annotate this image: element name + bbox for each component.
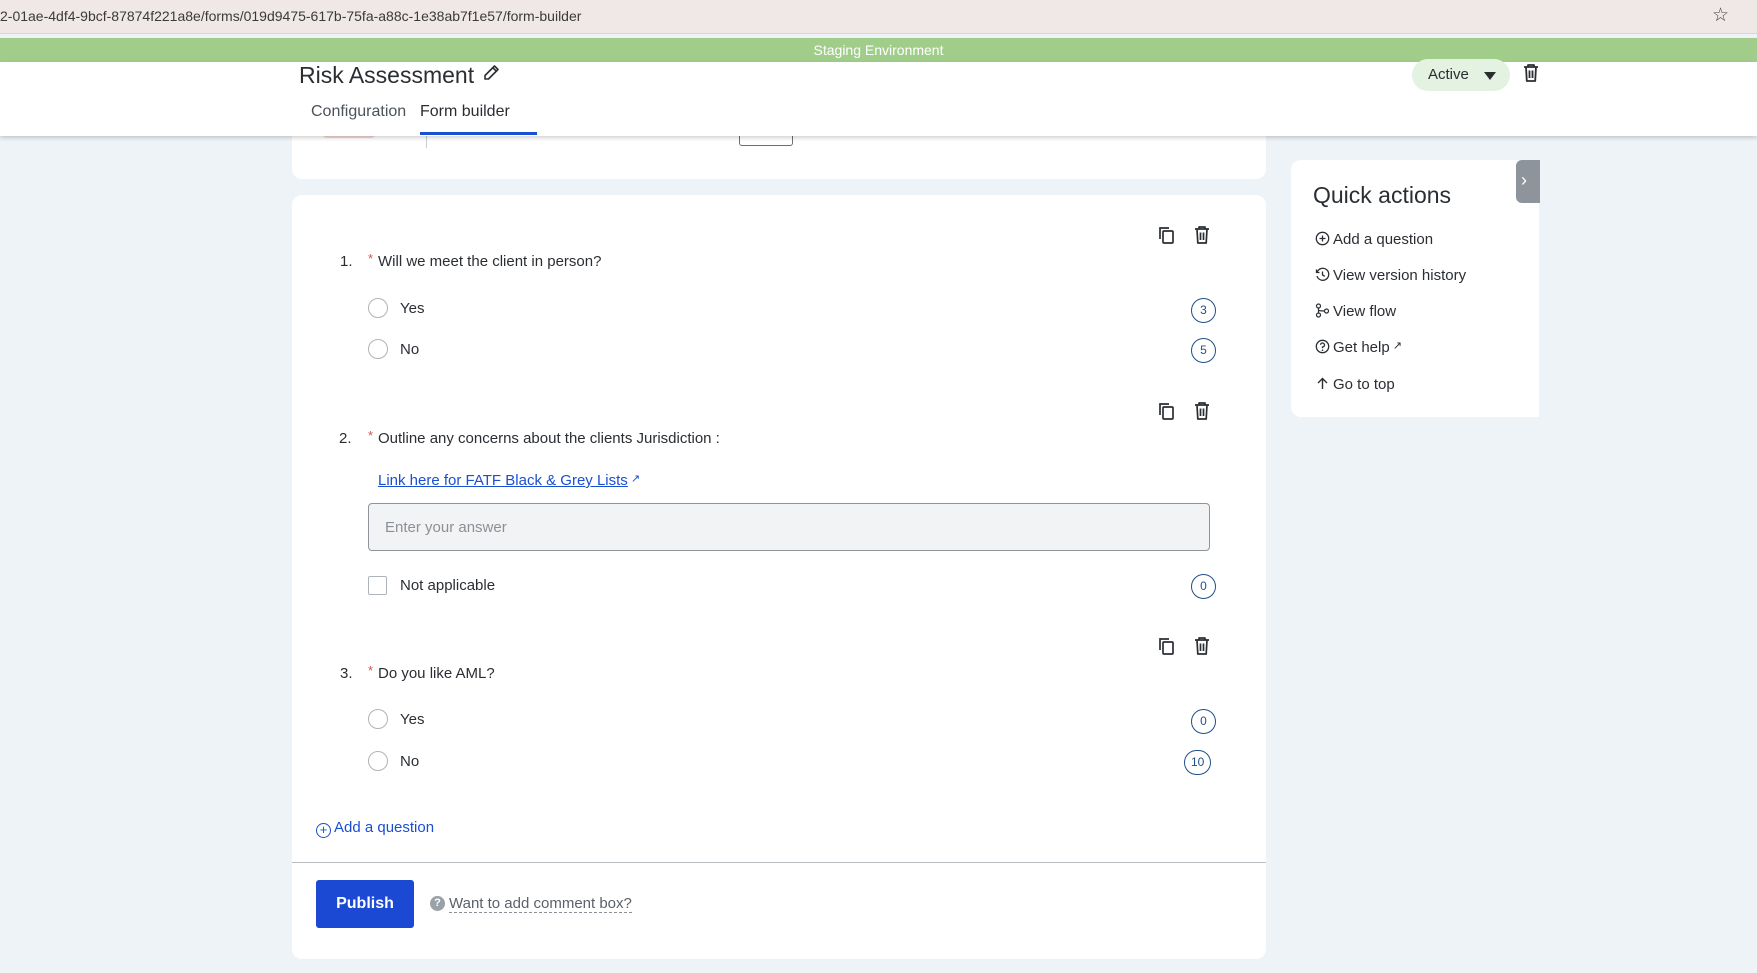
quick-action-version-history[interactable]: View version history	[1315, 267, 1466, 284]
url-text[interactable]: 2-01ae-4df4-9bcf-87874f221a8e/forms/019d…	[0, 8, 581, 24]
quick-actions-panel: Quick actions Add a question View versio…	[1291, 160, 1539, 417]
plus-circle-icon: +	[316, 823, 331, 838]
flow-icon	[1315, 303, 1330, 318]
footer-divider	[292, 862, 1266, 863]
status-dropdown[interactable]: Active	[1412, 59, 1510, 91]
quick-action-label: Go to top	[1333, 376, 1395, 393]
trash-icon[interactable]	[1191, 635, 1213, 657]
required-marker: *	[368, 251, 374, 266]
trash-icon[interactable]	[1191, 224, 1213, 246]
quick-action-label: Get help	[1333, 339, 1390, 356]
status-label: Active	[1428, 66, 1469, 83]
radio-button[interactable]	[368, 709, 388, 729]
quick-action-view-flow[interactable]: View flow	[1315, 303, 1396, 320]
question-text: Will we meet the client in person?	[378, 253, 602, 270]
external-link-icon: ↗	[630, 473, 641, 485]
copy-icon[interactable]	[1156, 635, 1178, 657]
radio-button[interactable]	[368, 298, 388, 318]
trash-icon[interactable]	[1520, 61, 1542, 85]
question-number: 2.	[339, 430, 352, 447]
quick-action-get-help[interactable]: Get help ↗	[1315, 339, 1402, 356]
score-badge[interactable]: 3	[1191, 298, 1216, 323]
required-marker: *	[368, 663, 374, 678]
history-icon	[1315, 267, 1330, 281]
quick-action-add-question[interactable]: Add a question	[1315, 231, 1433, 248]
tab-configuration[interactable]: Configuration	[311, 102, 406, 122]
radio-button[interactable]	[368, 339, 388, 359]
publish-button[interactable]: Publish	[316, 880, 414, 928]
answer-input[interactable]	[368, 503, 1210, 551]
divider	[426, 136, 427, 148]
option-label: No	[400, 341, 420, 358]
external-link-icon: ↗	[1392, 340, 1402, 352]
trash-icon[interactable]	[1191, 400, 1213, 422]
score-badge[interactable]: 10	[1184, 750, 1212, 775]
collapse-quick-actions-button[interactable]: ›	[1516, 160, 1540, 203]
quick-action-label: Add a question	[1333, 231, 1434, 248]
radio-button[interactable]	[368, 751, 388, 771]
help-icon: ?	[430, 896, 445, 911]
add-question-label[interactable]: Add a question	[334, 819, 434, 836]
score-badge[interactable]: 5	[1191, 338, 1216, 363]
option-label: Yes	[400, 711, 425, 728]
browser-url-bar[interactable]: 2-01ae-4df4-9bcf-87874f221a8e/forms/019d…	[0, 0, 1757, 34]
option-label: Yes	[400, 300, 425, 317]
score-badge[interactable]: 0	[1191, 709, 1216, 734]
help-circle-icon	[1315, 339, 1330, 354]
quick-action-label: View version history	[1333, 267, 1467, 284]
plus-circle-icon	[1315, 231, 1330, 246]
quick-action-label: View flow	[1333, 303, 1397, 320]
quick-actions-title: Quick actions	[1313, 182, 1452, 208]
copy-icon[interactable]	[1156, 224, 1178, 246]
arrow-up-icon	[1317, 377, 1328, 389]
option-label: No	[400, 753, 420, 770]
not-applicable-label: Not applicable	[400, 577, 496, 594]
question-text: Outline any concerns about the clients J…	[378, 430, 720, 447]
not-applicable-checkbox[interactable]	[368, 576, 387, 595]
active-tab-indicator	[420, 132, 537, 135]
score-badge[interactable]: 0	[1191, 574, 1216, 599]
quick-action-go-to-top[interactable]: Go to top	[1315, 376, 1395, 393]
question-text: Do you like AML?	[378, 665, 495, 682]
question-number: 1.	[340, 253, 353, 270]
tab-form-builder[interactable]: Form builder	[420, 102, 510, 122]
add-question-link[interactable]: + Add a question	[316, 819, 434, 838]
fatf-list-link[interactable]: Link here for FATF Black & Grey Lists ↗	[378, 472, 640, 489]
add-comment-box-link[interactable]: Want to add comment box?	[449, 895, 632, 913]
link-label[interactable]: Link here for FATF Black & Grey Lists	[378, 472, 628, 489]
form-builder-card: 1. * Will we meet the client in person? …	[292, 195, 1266, 959]
caret-down-icon	[1484, 72, 1496, 80]
page-header: Risk Assessment Active Configuration For…	[0, 59, 1757, 136]
copy-icon[interactable]	[1156, 400, 1178, 422]
page-title: Risk Assessment	[299, 62, 475, 88]
chevron-right-icon: ›	[1521, 170, 1527, 190]
required-marker: *	[368, 428, 374, 443]
pencil-icon[interactable]	[481, 62, 501, 84]
question-number: 3.	[340, 665, 353, 682]
star-icon[interactable]: ☆	[1712, 4, 1729, 28]
